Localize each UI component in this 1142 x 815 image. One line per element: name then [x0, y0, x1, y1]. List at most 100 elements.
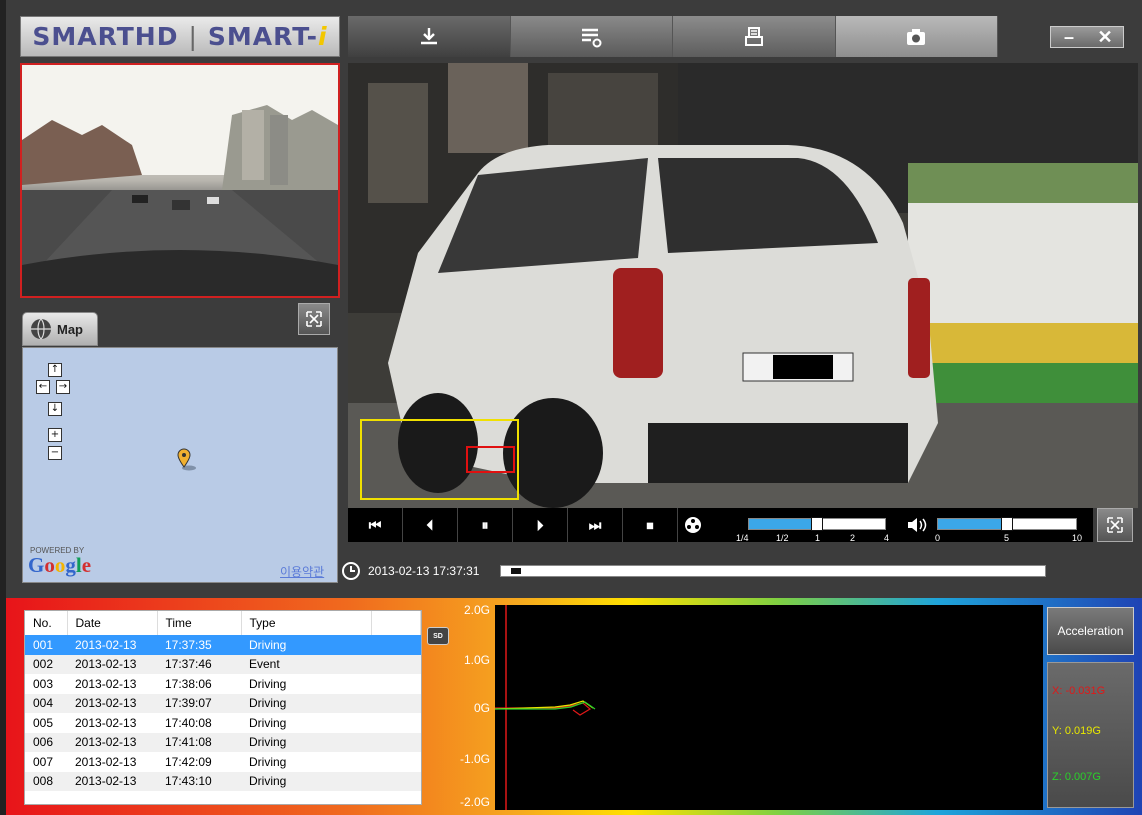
- cell-time: 17:43:10: [157, 771, 241, 791]
- map-tab-label: Map: [57, 321, 83, 337]
- skip-last-button[interactable]: ⏭: [568, 508, 623, 542]
- main-camera-view[interactable]: [348, 63, 1138, 508]
- main-video-frame: [348, 63, 1138, 508]
- map-zoom-out-button[interactable]: −: [48, 446, 62, 460]
- window-controls: – ✕: [1050, 26, 1124, 48]
- cell-type: Driving: [241, 771, 371, 791]
- camera-icon: [907, 28, 926, 45]
- settings-list-icon: [582, 28, 602, 47]
- stop-button[interactable]: ⏹: [623, 508, 678, 542]
- secondary-camera-view[interactable]: [20, 63, 340, 298]
- cell-date: 2013-02-13: [75, 754, 137, 769]
- print-icon: [744, 26, 763, 46]
- column-header[interactable]: Date: [67, 611, 158, 635]
- graph-y-label: 0G: [473, 701, 490, 715]
- sd-card-button[interactable]: SD: [427, 627, 449, 645]
- expand-icon: [1107, 517, 1123, 533]
- table-row[interactable]: 004 2013-02-13 17:39:07 Driving: [25, 693, 421, 713]
- cell-type: Driving: [241, 635, 371, 655]
- cell-empty: [371, 693, 421, 713]
- cell-no: 006: [25, 732, 67, 752]
- expand-icon: [306, 311, 322, 327]
- volume-slider-knob[interactable]: [1001, 517, 1013, 531]
- skip-first-button[interactable]: ⏮: [348, 508, 403, 542]
- cell-no: 007: [33, 754, 54, 769]
- speed-tick: 2: [850, 533, 856, 543]
- close-button[interactable]: ✕: [1087, 27, 1123, 47]
- cell-empty: [371, 654, 421, 674]
- speed-slider-knob[interactable]: [811, 517, 823, 531]
- table-header: No. Date Time Type: [25, 611, 421, 635]
- fullscreen-video-button[interactable]: [1097, 508, 1133, 542]
- graph-y-label: -2.0G: [459, 795, 490, 809]
- table-row[interactable]: 008 2013-02-13 17:43:10 Driving: [25, 771, 421, 791]
- speed-icon: [678, 516, 708, 534]
- table-row[interactable]: 005 2013-02-13 17:40:08 Driving: [25, 713, 421, 733]
- pause-button[interactable]: ⏸: [458, 508, 513, 542]
- print-button[interactable]: [673, 16, 836, 57]
- cell-empty: [371, 674, 421, 694]
- speed-tick: 4: [884, 533, 890, 543]
- event-table: No. Date Time Type 001 2013-02-13 17:37:35…: [25, 611, 421, 791]
- table-row[interactable]: 003 2013-02-13 17:38:06 Driving: [25, 674, 421, 694]
- acceleration-readout: X: -0.031G Y: 0.019G Z: 0.007G: [1047, 662, 1134, 808]
- cell-no: 004: [25, 693, 67, 713]
- timeline-scrubber[interactable]: [500, 565, 1046, 577]
- settings-list-button[interactable]: [510, 16, 673, 57]
- column-header[interactable]: Time: [157, 611, 242, 635]
- location-pin-icon[interactable]: [176, 447, 198, 471]
- minimize-button[interactable]: –: [1051, 27, 1087, 47]
- terms-link[interactable]: 이용약관: [280, 563, 324, 580]
- map-pan-down-button[interactable]: ↓: [48, 402, 62, 416]
- map-pan-right-button[interactable]: →: [56, 380, 70, 394]
- snapshot-button[interactable]: [835, 16, 998, 57]
- next-frame-button[interactable]: ⏵: [513, 508, 568, 542]
- cell-time: 17:41:08: [157, 732, 241, 752]
- graph-y-label: 2.0G: [463, 603, 490, 617]
- toolbar: [348, 16, 998, 57]
- column-header: [371, 611, 421, 635]
- fullscreen-thumb-button[interactable]: [298, 303, 330, 335]
- cell-date: 2013-02-13: [67, 771, 157, 791]
- prev-frame-button[interactable]: ⏴: [403, 508, 458, 542]
- volume-slider[interactable]: [937, 517, 1077, 531]
- cell-time: 17:42:09: [165, 754, 212, 769]
- map-zoom-in-button[interactable]: +: [48, 428, 62, 442]
- volume-tick: 10: [1072, 533, 1083, 543]
- google-logo: Google: [28, 553, 92, 577]
- accel-y-value: Y: 0.019G: [1052, 725, 1101, 737]
- acceleration-button[interactable]: Acceleration: [1047, 607, 1134, 655]
- speed-tick: 1: [815, 533, 821, 543]
- road-scene-image: [22, 65, 338, 296]
- speed-tick: 1/4: [736, 533, 749, 543]
- cell-type: Driving: [249, 754, 287, 769]
- cell-empty: [371, 635, 421, 655]
- cell-time: 17:40:08: [165, 715, 212, 730]
- cell-empty: [371, 752, 421, 772]
- table-row[interactable]: 002 2013-02-13 17:37:46 Event: [25, 654, 421, 674]
- cell-date: 2013-02-13: [67, 635, 157, 655]
- tab-map[interactable]: Map: [22, 312, 98, 346]
- column-header[interactable]: No.: [25, 611, 68, 635]
- cell-type: Event: [241, 654, 371, 674]
- volume-icon[interactable]: [906, 517, 928, 533]
- acceleration-graph: [494, 605, 1043, 810]
- table-row[interactable]: 001 2013-02-13 17:37:35 Driving: [25, 635, 421, 655]
- map-pan-left-button[interactable]: ←: [36, 380, 50, 394]
- cell-type: Driving: [249, 715, 287, 730]
- cell-type: Driving: [241, 693, 371, 713]
- map-pan-up-button[interactable]: ↑: [48, 363, 62, 377]
- timeline-knob[interactable]: [510, 567, 523, 575]
- download-button[interactable]: [348, 16, 511, 57]
- cell-empty: [371, 771, 421, 791]
- table-row[interactable]: 006 2013-02-13 17:41:08 Driving: [25, 732, 421, 752]
- volume-tick: 0: [935, 533, 941, 543]
- column-header[interactable]: Type: [241, 611, 372, 635]
- table-row[interactable]: 007 2013-02-13 17:42:09 Driving: [25, 752, 421, 772]
- cell-date: 2013-02-13: [75, 676, 137, 691]
- cell-date: 2013-02-13: [67, 693, 157, 713]
- cell-no: 002: [25, 654, 67, 674]
- speed-slider[interactable]: [748, 517, 886, 531]
- cell-empty: [371, 713, 421, 733]
- volume-tick: 5: [1004, 533, 1010, 543]
